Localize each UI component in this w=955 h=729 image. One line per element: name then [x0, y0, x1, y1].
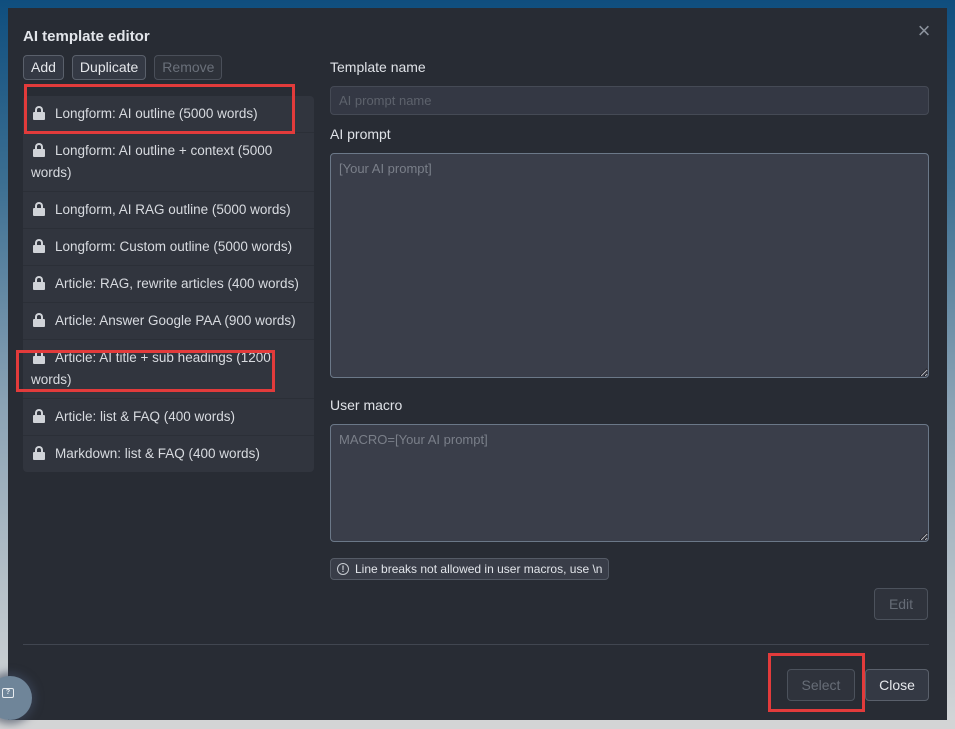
- lock-icon: [33, 446, 45, 460]
- template-toolbar: Add Duplicate Remove: [23, 55, 223, 80]
- template-item-label: Article: RAG, rewrite articles (400 word…: [55, 276, 299, 291]
- template-name-input[interactable]: [330, 86, 929, 115]
- duplicate-button[interactable]: Duplicate: [71, 55, 147, 80]
- template-name-label: Template name: [330, 59, 426, 75]
- template-item-label: Longform: AI outline + context (5000 wor…: [31, 143, 273, 180]
- template-item-label: Longform: Custom outline (5000 words): [55, 239, 293, 254]
- close-icon[interactable]: ×: [915, 20, 933, 42]
- template-item[interactable]: Longform: Custom outline (5000 words): [23, 229, 314, 266]
- remove-button[interactable]: Remove: [154, 55, 223, 80]
- lock-icon: [33, 276, 45, 290]
- lock-icon: [33, 409, 45, 423]
- ai-prompt-textarea[interactable]: [330, 153, 929, 378]
- lock-icon: [33, 106, 45, 120]
- select-button[interactable]: Select: [787, 669, 855, 701]
- user-macro-textarea[interactable]: [330, 424, 929, 542]
- template-item[interactable]: Article: list & FAQ (400 words): [23, 399, 314, 436]
- page-background-strip: [0, 720, 955, 729]
- edit-button[interactable]: Edit: [874, 588, 928, 620]
- template-item[interactable]: Article: RAG, rewrite articles (400 word…: [23, 266, 314, 303]
- lock-icon: [33, 202, 45, 216]
- template-item-label: Article: AI title + sub headings (1200 w…: [31, 350, 271, 387]
- line-break-hint: ! Line breaks not allowed in user macros…: [330, 558, 610, 580]
- template-item-label: Longform, AI RAG outline (5000 words): [55, 202, 291, 217]
- lock-icon: [33, 313, 45, 327]
- template-item[interactable]: Markdown: list & FAQ (400 words): [23, 436, 314, 472]
- template-item-label: Markdown: list & FAQ (400 words): [55, 446, 260, 461]
- lock-icon: [33, 350, 45, 364]
- template-item[interactable]: Longform, AI RAG outline (5000 words): [23, 192, 314, 229]
- template-item[interactable]: Longform: AI outline (5000 words): [23, 96, 314, 133]
- footer-divider: [23, 644, 929, 645]
- lock-icon: [33, 239, 45, 253]
- ai-template-editor-dialog: AI template editor × Add Duplicate Remov…: [8, 8, 947, 720]
- template-item-label: Longform: AI outline (5000 words): [55, 106, 258, 121]
- template-item-label: Article: Answer Google PAA (900 words): [55, 313, 296, 328]
- hint-text: Line breaks not allowed in user macros, …: [355, 562, 603, 576]
- template-item[interactable]: Article: AI title + sub headings (1200 w…: [23, 340, 314, 399]
- user-macro-label: User macro: [330, 397, 403, 413]
- ai-prompt-label: AI prompt: [330, 126, 391, 142]
- lock-icon: [33, 143, 45, 157]
- help-chat-icon: ?: [2, 688, 14, 698]
- template-item[interactable]: Longform: AI outline + context (5000 wor…: [23, 133, 314, 192]
- template-item-label: Article: list & FAQ (400 words): [55, 409, 236, 424]
- close-button[interactable]: Close: [865, 669, 929, 701]
- dialog-title: AI template editor: [23, 28, 150, 45]
- template-item[interactable]: Article: Answer Google PAA (900 words): [23, 303, 314, 340]
- add-button[interactable]: Add: [23, 55, 64, 80]
- info-icon: !: [337, 563, 349, 575]
- template-list: Longform: AI outline (5000 words) Longfo…: [23, 96, 314, 472]
